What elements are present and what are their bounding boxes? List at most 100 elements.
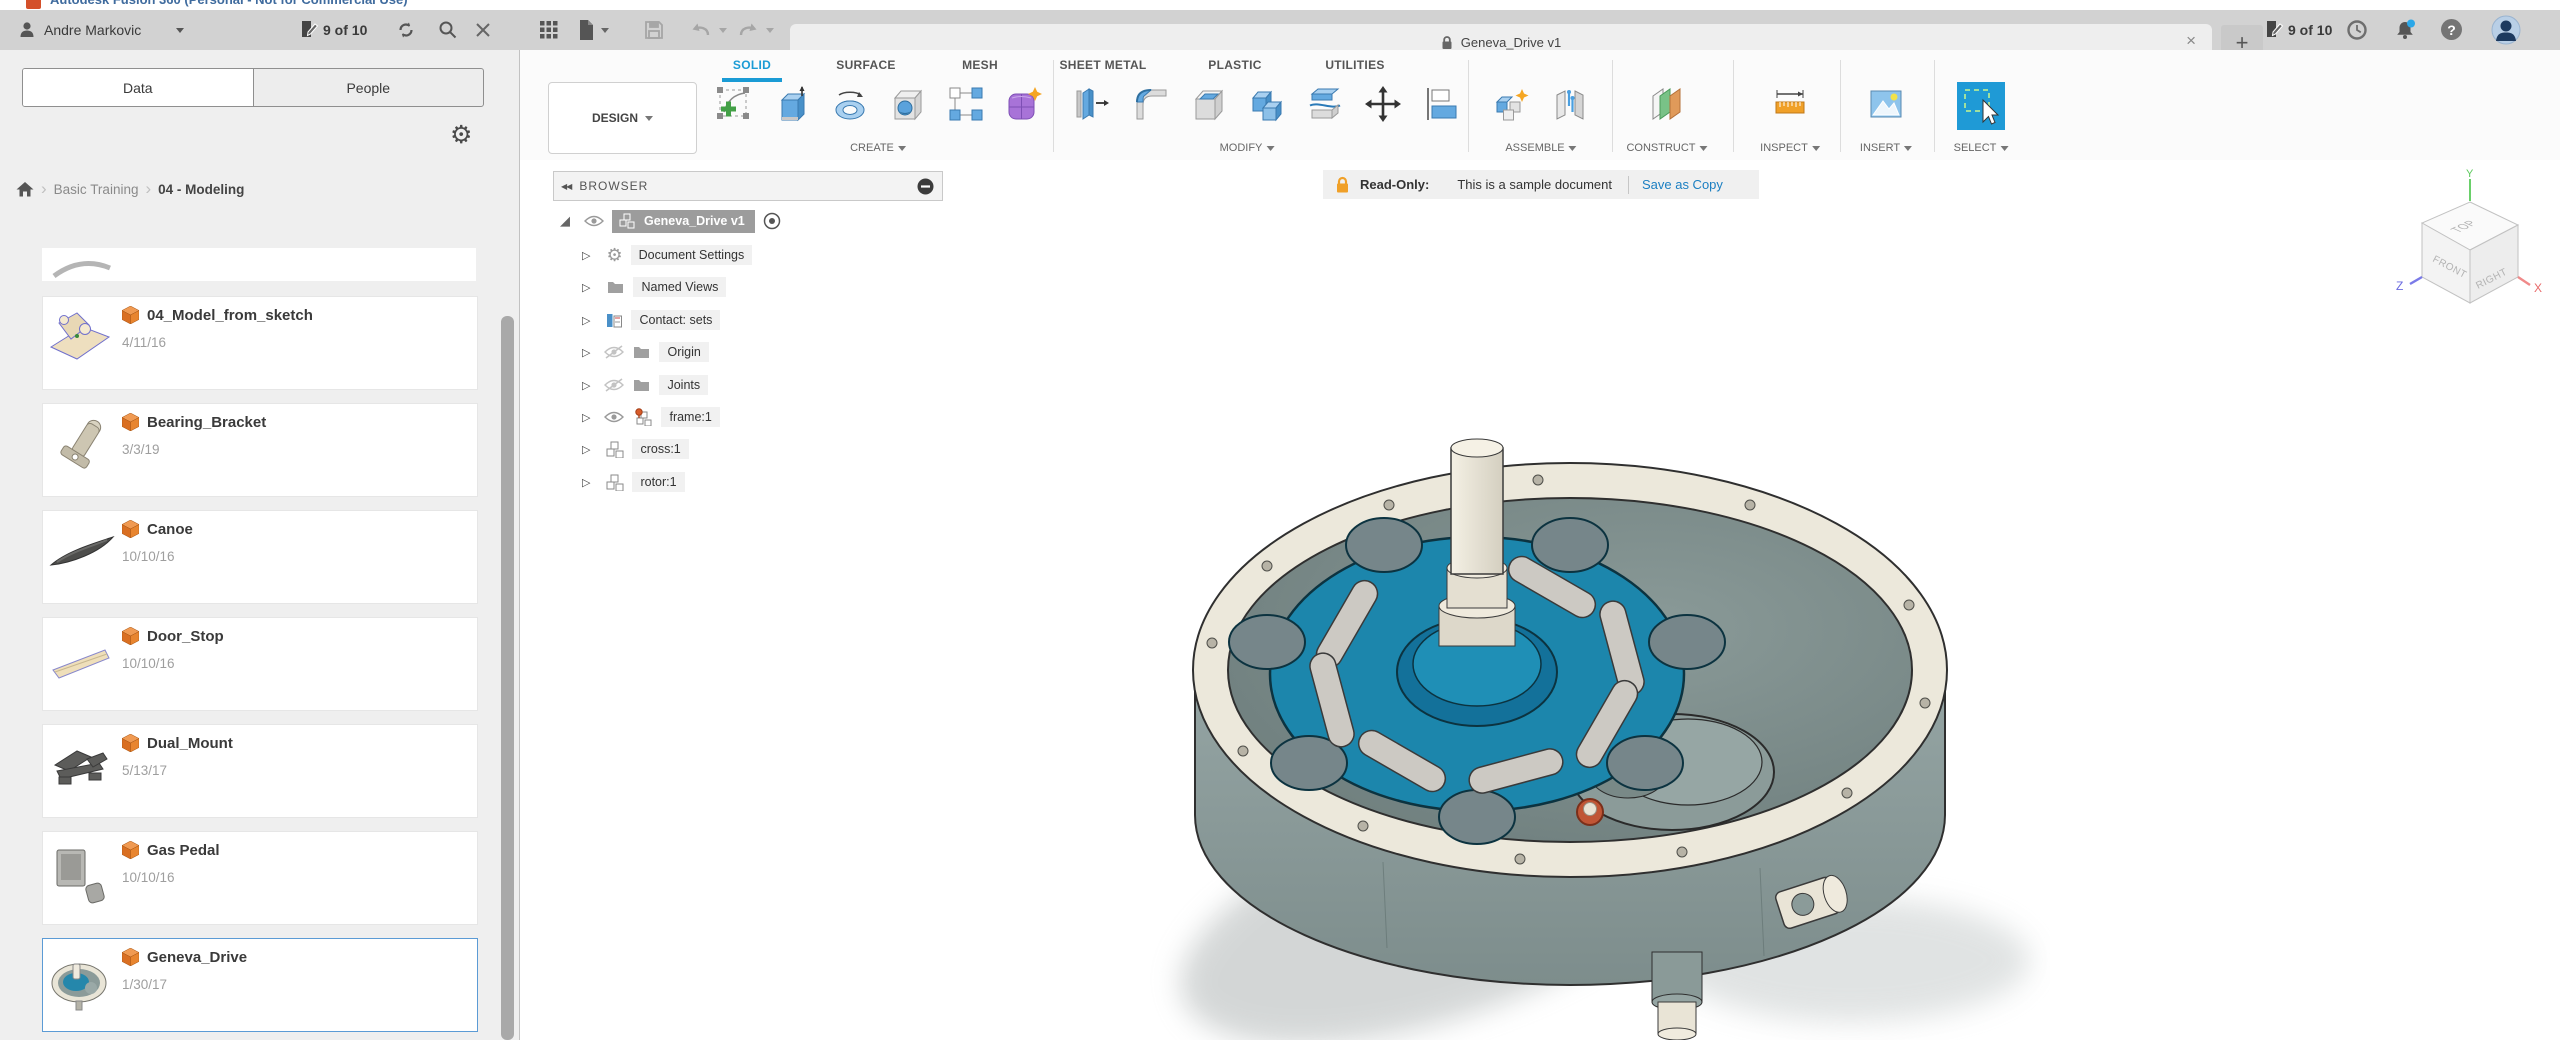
- new-component-icon[interactable]: [1494, 86, 1530, 122]
- browser-display-settings-icon[interactable]: [917, 178, 934, 195]
- visibility-eye-icon[interactable]: [584, 215, 604, 227]
- tree-node[interactable]: ▷ ⚙ Document Settings: [582, 242, 752, 268]
- construct-plane-icon[interactable]: [1649, 86, 1685, 122]
- expand-arrow-icon[interactable]: ▷: [582, 281, 590, 294]
- ribbon-tab-utilities[interactable]: UTILITIES: [1325, 58, 1384, 72]
- save-icon[interactable]: [644, 20, 664, 40]
- group-create-label[interactable]: CREATE: [850, 142, 894, 154]
- group-construct-caret-icon[interactable]: [1700, 146, 1708, 151]
- close-panel-icon[interactable]: [474, 21, 492, 39]
- file-menu-caret-icon[interactable]: [601, 28, 609, 33]
- pattern-icon[interactable]: [948, 86, 984, 122]
- create-sketch-icon[interactable]: [716, 86, 752, 122]
- fillet-icon[interactable]: [1133, 86, 1169, 122]
- group-create-caret-icon[interactable]: [898, 146, 906, 151]
- tab-data[interactable]: Data: [23, 69, 254, 106]
- group-construct-label[interactable]: CONSTRUCT: [1626, 142, 1695, 154]
- expand-arrow-icon[interactable]: ▷: [582, 476, 590, 489]
- visibility-eye-icon[interactable]: [604, 411, 624, 423]
- group-select-caret-icon[interactable]: [2000, 146, 2008, 151]
- group-select-label[interactable]: SELECT: [1954, 142, 1997, 154]
- tree-node[interactable]: ▷ rotor:1: [582, 469, 685, 495]
- tree-node[interactable]: ▷ Named Views: [582, 274, 726, 300]
- tree-node[interactable]: ▷ Contact: sets: [582, 307, 720, 333]
- tree-node-label[interactable]: Contact: sets: [631, 310, 720, 330]
- tab-people[interactable]: People: [254, 69, 484, 106]
- insert-image-icon[interactable]: [1868, 86, 1904, 122]
- user-menu-caret-icon[interactable]: [176, 28, 184, 33]
- home-icon[interactable]: [16, 181, 34, 197]
- move-icon[interactable]: [1365, 86, 1401, 122]
- group-assemble-caret-icon[interactable]: [1569, 146, 1577, 151]
- notifications-bell-icon[interactable]: [2394, 19, 2416, 41]
- expand-arrow-icon[interactable]: ▷: [582, 314, 590, 327]
- expand-arrow-icon[interactable]: ▷: [582, 249, 590, 262]
- root-expand-icon[interactable]: ◢: [560, 213, 570, 229]
- settings-gear-icon[interactable]: ⚙: [450, 120, 472, 150]
- user-menu[interactable]: Andre Markovic: [44, 22, 141, 38]
- ribbon-tab-surface[interactable]: SURFACE: [836, 58, 895, 72]
- ribbon-tab-solid[interactable]: SOLID: [733, 58, 771, 72]
- split-body-icon[interactable]: [1307, 86, 1343, 122]
- align-icon[interactable]: [1423, 86, 1459, 122]
- tree-node[interactable]: ▷ cross:1: [582, 436, 689, 462]
- tree-node[interactable]: ▷ Joints: [582, 372, 708, 398]
- visibility-eye-off-icon[interactable]: [604, 378, 624, 392]
- tree-node-label[interactable]: frame:1: [661, 407, 719, 427]
- tree-node-label[interactable]: Named Views: [633, 277, 726, 297]
- group-insert-label[interactable]: INSERT: [1860, 142, 1900, 154]
- visibility-eye-off-icon[interactable]: [604, 345, 624, 359]
- expand-arrow-icon[interactable]: ▷: [582, 379, 590, 392]
- extrude-icon[interactable]: [774, 86, 810, 122]
- project-card[interactable]: Gas Pedal 10/10/16: [42, 831, 478, 925]
- select-tool-icon[interactable]: [1957, 82, 2005, 130]
- tree-node-label[interactable]: Joints: [659, 375, 708, 395]
- combine-icon[interactable]: [1249, 86, 1285, 122]
- tree-node-label[interactable]: rotor:1: [632, 472, 684, 492]
- group-modify-caret-icon[interactable]: [1266, 146, 1274, 151]
- file-menu-icon[interactable]: [578, 19, 596, 41]
- hole-icon[interactable]: [890, 86, 926, 122]
- undo-caret-icon[interactable]: [719, 28, 727, 33]
- undo-icon[interactable]: [690, 21, 712, 39]
- tree-node[interactable]: ▷ frame:1: [582, 404, 720, 430]
- project-card[interactable]: Door_Stop 10/10/16: [42, 617, 478, 711]
- create-form-icon[interactable]: [1006, 86, 1042, 122]
- tree-node-label[interactable]: Document Settings: [631, 245, 753, 265]
- press-pull-icon[interactable]: [1075, 86, 1111, 122]
- tree-root-row[interactable]: ◢ Geneva_Drive v1: [560, 208, 781, 234]
- revolve-icon[interactable]: [832, 86, 868, 122]
- project-card-partial[interactable]: [42, 248, 476, 281]
- group-inspect-label[interactable]: INSPECT: [1760, 142, 1808, 154]
- expand-arrow-icon[interactable]: ▷: [582, 411, 590, 424]
- group-modify-label[interactable]: MODIFY: [1220, 142, 1263, 154]
- browser-panel-header[interactable]: ◀◀ BROWSER: [553, 171, 943, 201]
- tree-node-label[interactable]: cross:1: [632, 439, 688, 459]
- ribbon-tab-sheet-metal[interactable]: SHEET METAL: [1059, 58, 1146, 72]
- expand-arrow-icon[interactable]: ▷: [582, 443, 590, 456]
- activate-component-radio[interactable]: [763, 212, 781, 230]
- app-grid-icon[interactable]: [540, 21, 558, 39]
- project-card[interactable]: 04_Model_from_sketch 4/11/16: [42, 296, 478, 390]
- project-card[interactable]: Dual_Mount 5/13/17: [42, 724, 478, 818]
- view-cube[interactable]: Y TOP FRONT RIGHT Z X: [2380, 165, 2560, 320]
- project-card[interactable]: Canoe 10/10/16: [42, 510, 478, 604]
- breadcrumb-folder[interactable]: 04 - Modeling: [158, 182, 244, 197]
- viewport[interactable]: ◀◀ BROWSER ◢ Geneva_Drive v1 ▷ ⚙ Documen…: [520, 160, 2560, 1040]
- joint-icon[interactable]: [1552, 86, 1588, 122]
- breadcrumb-project[interactable]: Basic Training: [54, 182, 139, 197]
- tab-close-icon[interactable]: ×: [2186, 31, 2196, 51]
- group-insert-caret-icon[interactable]: [1904, 146, 1912, 151]
- search-icon[interactable]: [438, 20, 458, 40]
- redo-caret-icon[interactable]: [766, 28, 774, 33]
- redo-icon[interactable]: [737, 21, 759, 39]
- panel-scrollbar[interactable]: [501, 316, 514, 1040]
- job-status-clock-icon[interactable]: [2346, 19, 2368, 41]
- ribbon-tab-mesh[interactable]: MESH: [962, 58, 998, 72]
- design-workspace-menu[interactable]: DESIGN: [548, 82, 697, 154]
- shell-icon[interactable]: [1191, 86, 1227, 122]
- refresh-icon[interactable]: [396, 20, 416, 40]
- group-inspect-caret-icon[interactable]: [1812, 146, 1820, 151]
- collapse-icon[interactable]: ◀◀: [561, 182, 571, 191]
- project-card-selected[interactable]: Geneva_Drive 1/30/17: [42, 938, 478, 1032]
